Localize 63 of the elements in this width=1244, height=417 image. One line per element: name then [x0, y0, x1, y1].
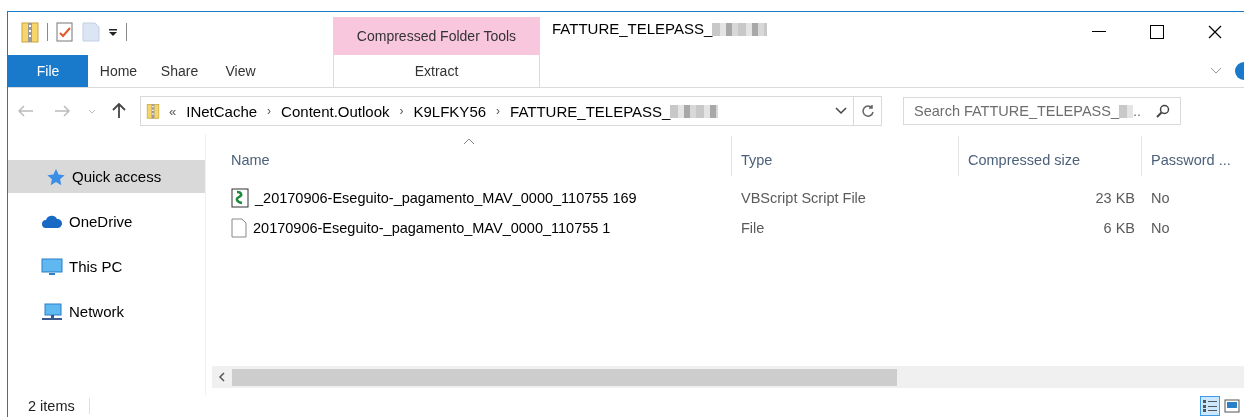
- sort-ascending-icon: [462, 138, 475, 145]
- view-toggle-button[interactable]: [1222, 396, 1242, 416]
- ribbon-tab[interactable]: Home: [88, 55, 149, 87]
- breadcrumb-separator: ›: [266, 104, 273, 118]
- table-cell: File: [741, 220, 765, 236]
- column-header[interactable]: Compressed size: [958, 136, 1141, 176]
- table-cell: 6 KB: [1103, 220, 1135, 236]
- network-icon: [41, 302, 63, 321]
- cloud-icon: [41, 214, 63, 229]
- sidebar-item[interactable]: OneDrive: [8, 205, 205, 238]
- minimize-icon: [1092, 31, 1106, 33]
- scrollbar-thumb[interactable]: [232, 368, 897, 386]
- ribbon-tab[interactable]: View: [210, 55, 271, 87]
- ribbon-tab[interactable]: Share: [149, 55, 210, 87]
- blank-file-icon: [231, 218, 247, 238]
- chevron-down-icon: [88, 108, 96, 114]
- expand-ribbon-icon[interactable]: [1210, 67, 1222, 75]
- overflow-chevron[interactable]: «: [165, 103, 181, 119]
- file-name[interactable]: _20170906-Eseguito-_pagamento_MAV_0000_110755 169: [255, 190, 637, 206]
- column-header[interactable]: Password ...: [1141, 136, 1244, 176]
- sidebar-item[interactable]: This PC: [8, 250, 205, 283]
- breadcrumb[interactable]: K9LFKY56: [407, 102, 493, 120]
- star-icon: [46, 167, 66, 186]
- up-arrow-icon: [112, 103, 126, 119]
- forward-arrow-icon: [54, 105, 70, 117]
- window-title: FATTURE_TELEPASS_: [552, 20, 713, 37]
- breadcrumb[interactable]: FATTURE_TELEPASS_: [504, 102, 725, 120]
- help-icon[interactable]: [1234, 61, 1244, 81]
- table-cell: 23 KB: [1095, 190, 1135, 206]
- breadcrumb-separator: ›: [398, 104, 405, 118]
- view-toggle-button[interactable]: [1200, 396, 1220, 416]
- large-icons-view-icon: [1224, 399, 1240, 413]
- horizontal-scrollbar[interactable]: [212, 366, 1244, 388]
- table-cell: VBScript Script File: [741, 190, 866, 206]
- zip-folder-icon: [145, 103, 161, 119]
- back-arrow-icon: [18, 105, 34, 117]
- table-cell: No: [1151, 220, 1170, 236]
- maximize-icon: [1150, 25, 1164, 39]
- sidebar-item[interactable]: Quick access: [8, 160, 205, 193]
- file-name[interactable]: 20170906-Eseguito-_pagamento_MAV_0000_110755 1: [253, 220, 611, 236]
- zip-folder-icon: [21, 21, 39, 43]
- refresh-icon: [860, 104, 875, 118]
- scroll-left-icon[interactable]: [218, 372, 226, 382]
- monitor-icon: [41, 257, 63, 276]
- search-icon: [1156, 104, 1170, 118]
- item-count: 2 items: [8, 398, 90, 414]
- search-field[interactable]: Search FATTURE_TELEPASS_ ..: [903, 97, 1181, 125]
- checkmark-document-icon[interactable]: [56, 22, 74, 42]
- breadcrumb[interactable]: Content.Outlook: [275, 102, 396, 120]
- breadcrumb[interactable]: INetCache: [180, 102, 264, 120]
- details-view-icon: [1202, 399, 1218, 413]
- chevron-down-icon: [835, 107, 847, 115]
- breadcrumb-separator: ›: [495, 104, 502, 118]
- script-file-icon: [231, 188, 249, 208]
- column-header[interactable]: Name: [206, 136, 731, 176]
- close-icon: [1208, 25, 1222, 39]
- sidebar-item[interactable]: Network: [8, 295, 205, 328]
- address-bar[interactable]: « INetCache › Content.Outlook › K9LFKY56 › FATTURE_TELEPASS_: [140, 96, 882, 126]
- dropdown-caret-icon[interactable]: [108, 27, 118, 37]
- contextual-group-label: Compressed Folder Tools: [356, 28, 517, 44]
- column-header[interactable]: Type: [731, 136, 958, 176]
- file-tab[interactable]: File: [8, 55, 88, 87]
- table-cell: No: [1151, 190, 1170, 206]
